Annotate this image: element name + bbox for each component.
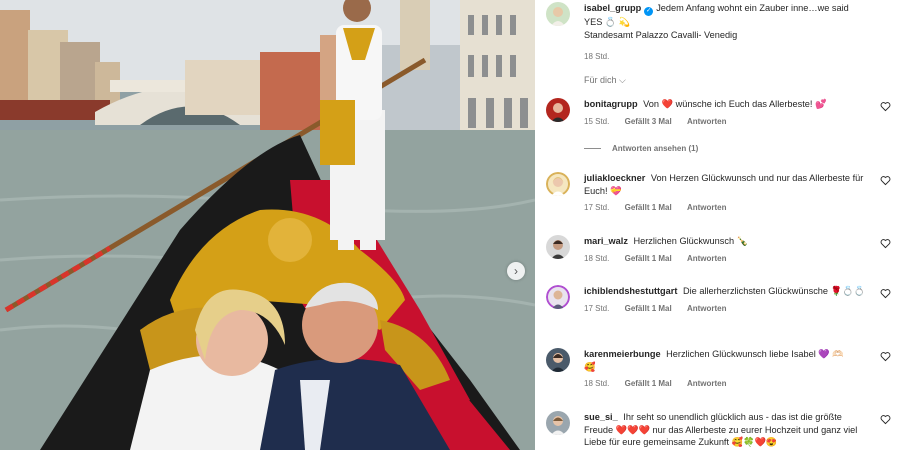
- comment-likes-button[interactable]: Gefällt 1 Mal: [625, 304, 672, 313]
- avatar[interactable]: [546, 2, 570, 26]
- comments-panel: isabel_grupp ✓ Jedem Anfang wohnt ein Zaub…: [535, 0, 900, 450]
- post-photo[interactable]: ›: [0, 0, 535, 450]
- heart-outline-icon[interactable]: [880, 238, 891, 249]
- reply-button[interactable]: Antworten: [687, 254, 727, 263]
- comment-text: 🥰: [584, 361, 596, 372]
- avatar[interactable]: [546, 348, 570, 372]
- venice-gondola-photo: [0, 0, 535, 450]
- comment-likes-button[interactable]: Gefällt 1 Mal: [625, 379, 672, 388]
- comment-username[interactable]: karenmeierbunge: [584, 349, 661, 359]
- replies-divider: [584, 148, 601, 150]
- carousel-next-button[interactable]: ›: [507, 262, 525, 280]
- comment-filter-dropdown[interactable]: Für dich ⌵: [584, 75, 626, 86]
- heart-outline-icon[interactable]: [880, 288, 891, 299]
- chevron-right-icon: ›: [514, 264, 518, 278]
- comment-text: Ihr seht so unendlich glücklich aus - da…: [584, 412, 858, 448]
- caption-time: 18 Std.: [584, 52, 610, 62]
- reply-button[interactable]: Antworten: [687, 379, 727, 388]
- comment-username[interactable]: mari_walz: [584, 236, 628, 246]
- heart-outline-icon[interactable]: [880, 101, 891, 112]
- comment-username[interactable]: sue_si_: [584, 412, 618, 422]
- comment-time: 17 Std.: [584, 203, 610, 213]
- view-replies-button[interactable]: Antworten ansehen (1): [584, 144, 698, 153]
- comment-text: Von: [643, 99, 659, 109]
- comment-time: 18 Std.: [584, 379, 610, 389]
- comment-username[interactable]: juliakloeckner: [584, 173, 645, 183]
- heart-outline-icon[interactable]: [880, 175, 891, 186]
- comment-likes-button[interactable]: Gefällt 3 Mal: [625, 117, 672, 126]
- reply-button[interactable]: Antworten: [687, 203, 727, 212]
- comment-text: Herzlichen Glückwunsch 🍾: [633, 236, 749, 246]
- filter-label: Für dich: [584, 75, 617, 85]
- comment-likes-button[interactable]: Gefällt 1 Mal: [625, 254, 672, 263]
- comment-time: 18 Std.: [584, 253, 610, 263]
- avatar[interactable]: [546, 98, 570, 122]
- comment-username[interactable]: bonitagrupp: [584, 99, 638, 109]
- caption-location: Standesamt Palazzo Cavalli- Venedig: [584, 29, 738, 40]
- heart-outline-icon[interactable]: [880, 414, 891, 425]
- reply-button[interactable]: Antworten: [687, 304, 727, 313]
- comment-text: wünsche ich Euch das Allerbeste! 💕: [675, 99, 827, 109]
- avatar[interactable]: [546, 235, 570, 259]
- reply-button[interactable]: Antworten: [687, 117, 727, 126]
- view-replies-label: Antworten ansehen (1): [612, 144, 699, 153]
- comment-likes-button[interactable]: Gefällt 1 Mal: [625, 203, 672, 212]
- comment-username[interactable]: ichiblendshestuttgart: [584, 286, 677, 296]
- heart-outline-icon[interactable]: [880, 351, 891, 362]
- comment-text: Die allerherzlichsten Glückwünsche 🌹💍💍: [682, 286, 865, 296]
- comment-text: Herzlichen Glückwunsch liebe Isabel 💜 🫶🏻: [666, 349, 844, 359]
- comment-time: 15 Std.: [584, 116, 610, 126]
- avatar[interactable]: [546, 172, 570, 196]
- avatar[interactable]: [546, 411, 570, 435]
- comment-time: 17 Std.: [584, 303, 610, 313]
- verified-badge-icon: ✓: [644, 7, 654, 16]
- chevron-down-icon: ⌵: [619, 75, 626, 85]
- caption-username[interactable]: isabel_grupp: [584, 3, 641, 13]
- comment-text-heart: ❤️: [661, 99, 674, 109]
- avatar[interactable]: [546, 285, 570, 309]
